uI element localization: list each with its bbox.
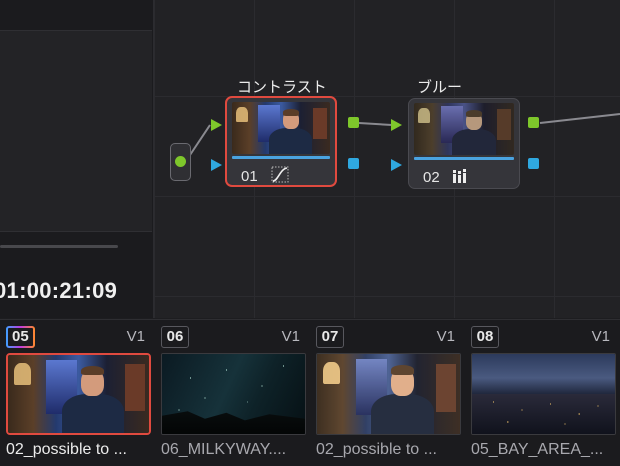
node-01-output-key[interactable] xyxy=(348,158,359,169)
clip-thumbnail[interactable] xyxy=(161,353,306,435)
node-01-title: コントラスト xyxy=(237,79,327,96)
clip-07[interactable]: 07 V1 02_possible to ... xyxy=(310,320,465,466)
curves-icon xyxy=(271,166,289,183)
clip-index: 08 xyxy=(471,326,499,348)
clip-index: 06 xyxy=(161,326,189,348)
viewer-panel: 01:00:21:09 xyxy=(0,0,154,318)
source-input-node[interactable] xyxy=(170,143,191,181)
clip-06[interactable]: 06 V1 06_MILKYWAY.... xyxy=(155,320,310,466)
clip-05[interactable]: 05 V1 02_possible to ... xyxy=(0,320,155,466)
clip-track: V1 xyxy=(436,328,455,345)
clip-name: 02_possible to ... xyxy=(6,441,127,458)
node-01-key-bar xyxy=(232,156,330,159)
clip-thumbnail[interactable] xyxy=(6,353,151,435)
clip-08[interactable]: 08 V1 05_BAY_AREA_... xyxy=(465,320,620,466)
node-02-title: ブルー xyxy=(417,79,463,96)
node-connections xyxy=(189,113,620,156)
node-01-number: 01 xyxy=(241,168,258,185)
clip-track: V1 xyxy=(281,328,300,345)
clip-strip: 05 V1 02_possible to ... 06 V1 06_MILKYW… xyxy=(0,319,620,466)
node-02-input-rgb[interactable] xyxy=(391,119,402,131)
viewer-frame xyxy=(0,30,152,232)
node-02-output-key[interactable] xyxy=(528,158,539,169)
clip-track: V1 xyxy=(591,328,610,345)
node-02-output-rgb[interactable] xyxy=(528,117,539,128)
viewer-timecode: 01:00:21:09 xyxy=(0,278,118,303)
clip-index: 05 xyxy=(6,326,35,348)
clip-name: 06_MILKYWAY.... xyxy=(161,441,287,458)
rgb-mixer-icon xyxy=(453,169,466,183)
node-01-input-rgb[interactable] xyxy=(211,119,222,131)
clip-name: 02_possible to ... xyxy=(316,441,437,458)
node-01-input-key[interactable] xyxy=(211,159,222,171)
clip-index: 07 xyxy=(316,326,344,348)
node-graph[interactable]: コントラスト 01 ブルー 02 xyxy=(154,0,620,318)
node-01-output-rgb[interactable] xyxy=(348,117,359,128)
node-02-key-bar xyxy=(414,157,514,160)
viewer-scrubber[interactable] xyxy=(0,245,118,248)
node-02-thumbnail xyxy=(414,103,514,155)
clip-thumbnail[interactable] xyxy=(471,353,616,435)
node-02[interactable]: 02 xyxy=(408,98,520,189)
source-output-dot[interactable] xyxy=(175,156,186,167)
clip-thumbnail[interactable] xyxy=(316,353,461,435)
node-01-thumbnail xyxy=(232,102,330,154)
clip-track: V1 xyxy=(126,328,145,345)
node-02-number: 02 xyxy=(423,169,440,186)
clip-name: 05_BAY_AREA_... xyxy=(471,441,604,458)
node-02-input-key[interactable] xyxy=(391,159,402,171)
node-01[interactable]: 01 xyxy=(225,96,337,187)
